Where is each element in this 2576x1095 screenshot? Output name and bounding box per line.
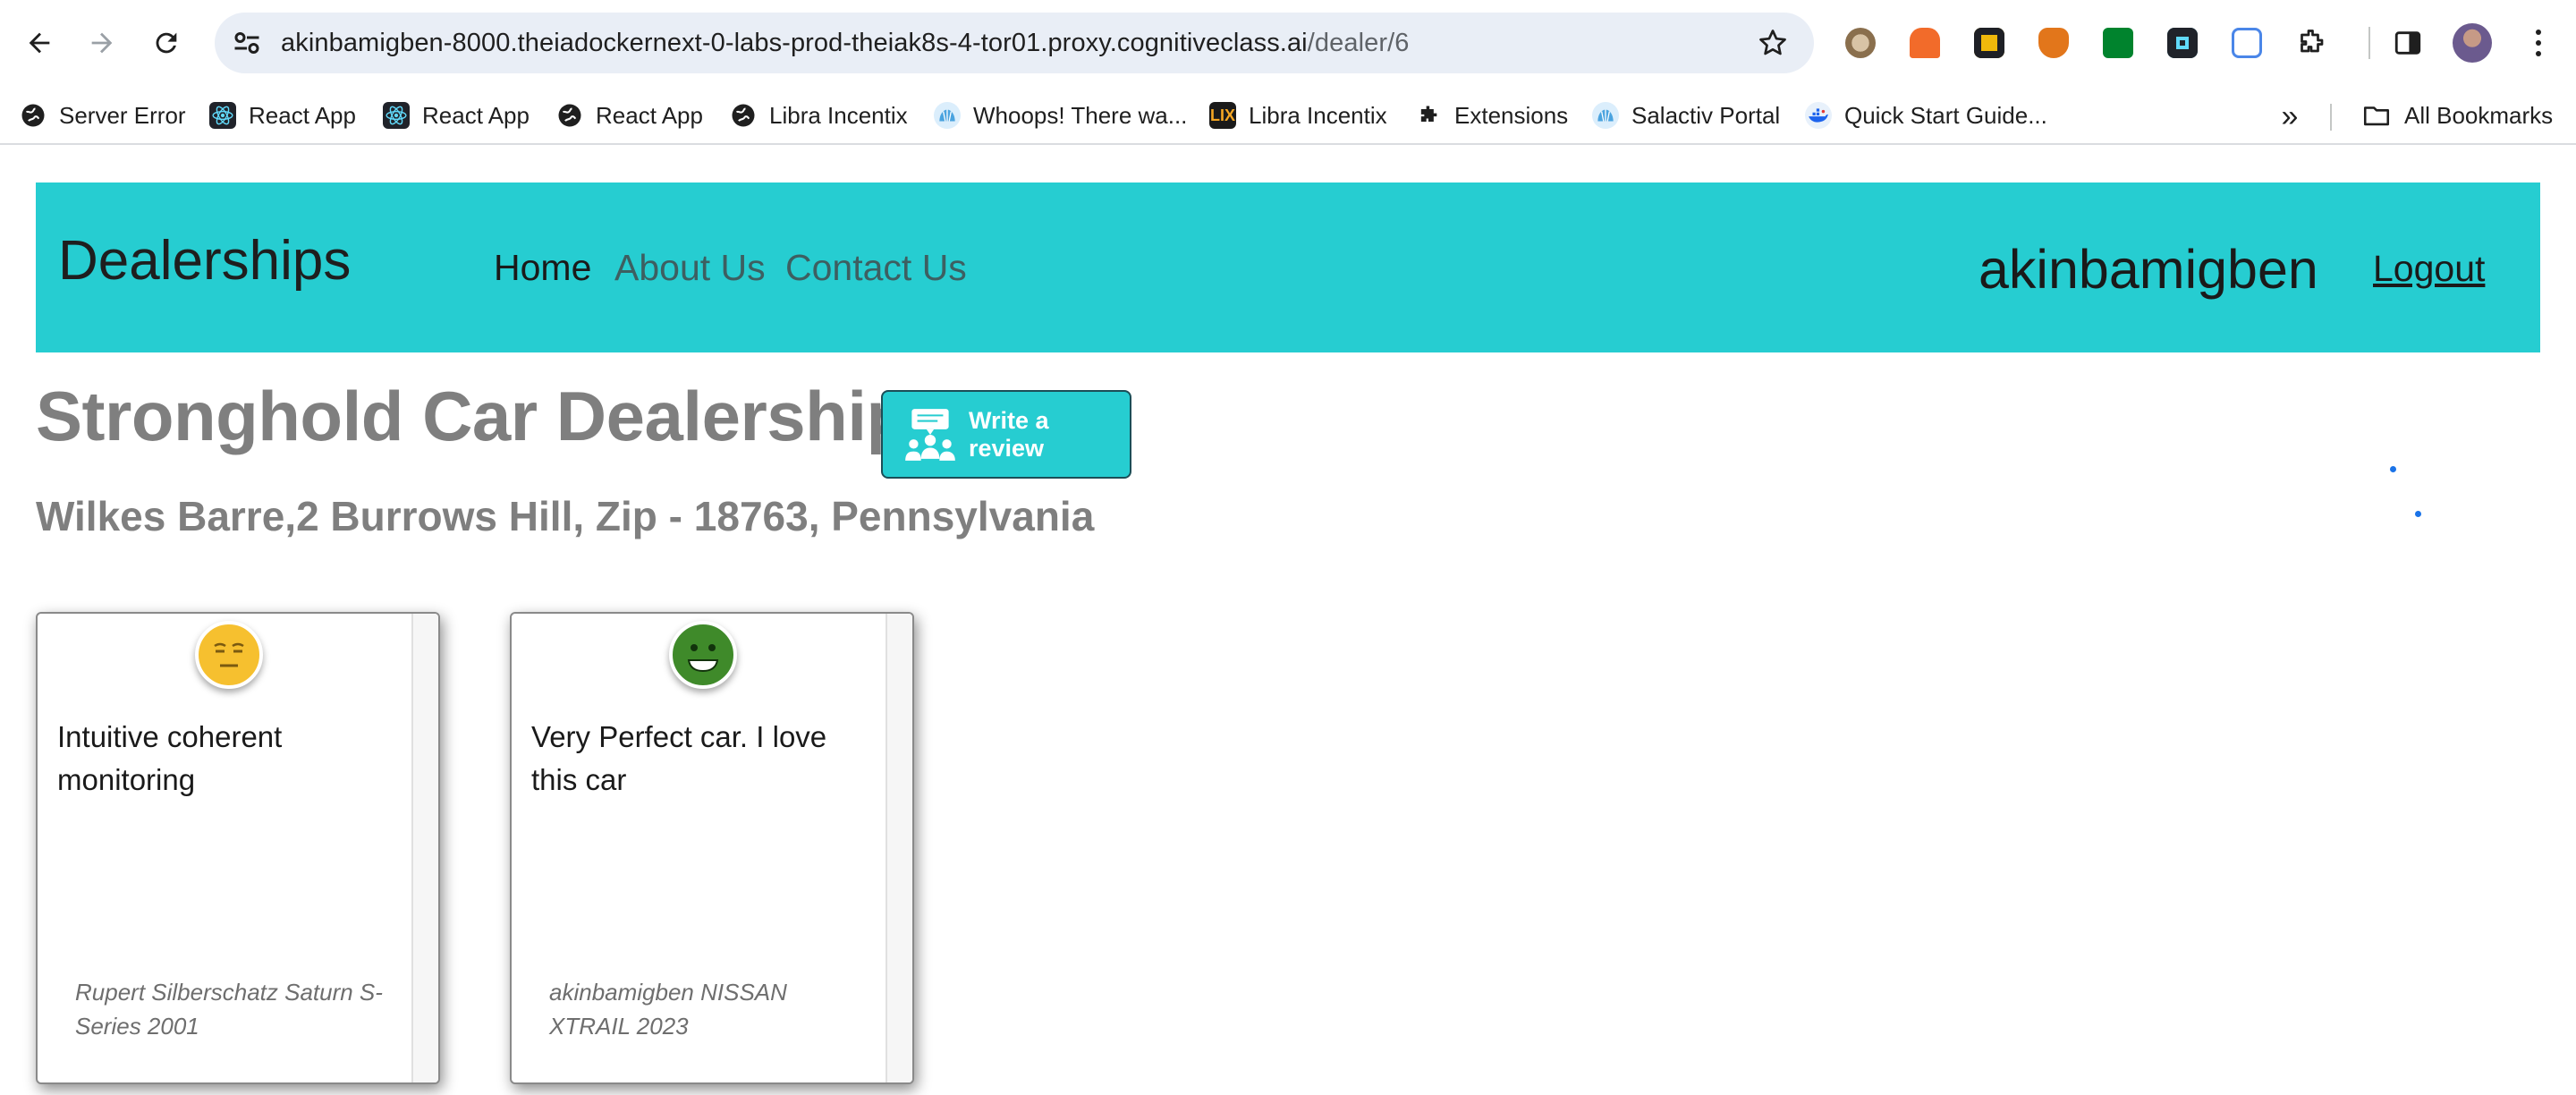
globe-icon: [20, 102, 47, 129]
bookmark-label: Whoops! There wa...: [973, 101, 1188, 129]
username-label: akinbamigben: [1979, 239, 2318, 300]
review-reviewer-car: akinbamigben NISSAN XTRAIL 2023: [549, 979, 787, 1040]
review-card: Very Perfect car. I love this car akinba…: [510, 612, 914, 1084]
browser-toolbar: akinbamigben-8000.theiadockernext-0-labs…: [0, 0, 2576, 86]
profile-avatar[interactable]: [2453, 23, 2492, 63]
logout-link[interactable]: Logout: [2373, 248, 2485, 290]
dealer-name-heading: Stronghold Car Dealership: [36, 377, 909, 455]
url-text[interactable]: akinbamigben-8000.theiadockernext-0-labs…: [281, 13, 1410, 73]
bookmark-item[interactable]: LIX Libra Incentix: [1209, 95, 1387, 136]
extension-owl-icon[interactable]: [1839, 21, 1882, 64]
bookmark-label: Extensions: [1454, 101, 1569, 129]
bookmark-label: React App: [596, 101, 703, 129]
toolbar-divider: [2368, 27, 2370, 59]
bookmark-item[interactable]: Whoops! There wa...: [934, 95, 1187, 136]
bookmarks-divider: [2330, 104, 2332, 131]
brand-logo[interactable]: Dealerships: [58, 229, 351, 293]
nav-contact-link[interactable]: Contact Us: [785, 247, 967, 289]
extension-react-icon[interactable]: [2161, 21, 2204, 64]
docker-icon: [1805, 102, 1832, 129]
globe-icon: [730, 102, 757, 129]
shell-icon: [1592, 102, 1619, 129]
react-icon: [209, 102, 236, 129]
address-bar[interactable]: akinbamigben-8000.theiadockernext-0-labs…: [215, 13, 1814, 73]
review-card: Intuitive coherent monitoring Rupert Sil…: [36, 612, 440, 1084]
shell-icon: [934, 102, 961, 129]
write-review-button[interactable]: Write a review: [881, 390, 1131, 479]
puzzle-icon: [1415, 102, 1442, 129]
bookmark-label: Server Error: [59, 101, 186, 129]
lix-icon: LIX: [1209, 102, 1236, 129]
bookmark-label: React App: [422, 101, 530, 129]
globe-icon: [556, 102, 583, 129]
extension-binance-icon[interactable]: [1968, 21, 2011, 64]
neutral-face-icon: [195, 621, 263, 689]
back-button[interactable]: [16, 20, 63, 66]
review-reviewer-car: Rupert Silberschatz Saturn S-Series 2001: [75, 979, 383, 1040]
loading-dot: [2415, 511, 2421, 517]
bookmark-star-icon[interactable]: [1757, 27, 1789, 59]
all-bookmarks-button[interactable]: All Bookmarks: [2361, 95, 2553, 136]
folder-icon: [2363, 106, 2390, 126]
reload-button[interactable]: [143, 20, 190, 66]
bookmark-item[interactable]: Extensions: [1415, 95, 1568, 136]
write-review-label: Write a review: [969, 406, 1049, 462]
browser-menu-icon[interactable]: [2521, 23, 2556, 63]
extension-meet-icon[interactable]: [2097, 21, 2140, 64]
bookmark-label: Quick Start Guide...: [1844, 101, 2047, 129]
back-arrow-icon: [29, 32, 50, 54]
bookmarks-bar: Server Error React App React App React A…: [0, 86, 2576, 145]
extension-metamask-icon[interactable]: [2032, 21, 2075, 64]
forward-arrow-icon: [91, 32, 113, 54]
url-path: /dealer/6: [1307, 29, 1410, 57]
bookmark-item[interactable]: Libra Incentix: [730, 95, 908, 136]
forward-button[interactable]: [79, 20, 125, 66]
bookmark-label: Libra Incentix: [769, 101, 908, 129]
bookmark-item[interactable]: React App: [383, 95, 530, 136]
nav-home-link[interactable]: Home: [494, 247, 591, 289]
bookmark-item[interactable]: React App: [209, 95, 356, 136]
bookmark-label: React App: [249, 101, 356, 129]
site-settings-icon[interactable]: [231, 27, 263, 59]
card-scrollbar[interactable]: [411, 614, 438, 1082]
bookmark-label: Libra Incentix: [1249, 101, 1387, 129]
site-navbar: Dealerships Home About Us Contact Us aki…: [36, 182, 2540, 352]
review-text: Intuitive coherent monitoring: [57, 720, 283, 796]
url-host: akinbamigben-8000.theiadockernext-0-labs…: [281, 29, 1308, 57]
bookmark-item[interactable]: Salactiv Portal: [1592, 95, 1780, 136]
happy-face-icon: [669, 621, 737, 689]
reload-icon: [156, 32, 177, 54]
bookmark-item[interactable]: React App: [556, 95, 703, 136]
side-panel-icon[interactable]: [2386, 21, 2429, 64]
more-bookmarks-chevron-icon[interactable]: »: [2274, 100, 2306, 132]
bookmark-item[interactable]: Server Error: [20, 95, 186, 136]
extension-orange-icon[interactable]: [1903, 21, 1946, 64]
react-icon: [383, 102, 410, 129]
extensions-puzzle-icon[interactable]: [2290, 21, 2333, 64]
review-people-icon: [905, 408, 955, 461]
extension-screenshot-icon[interactable]: [2225, 21, 2268, 64]
all-bookmarks-label: All Bookmarks: [2404, 101, 2554, 129]
bookmark-item[interactable]: Quick Start Guide...: [1805, 95, 2047, 136]
nav-about-link[interactable]: About Us: [614, 247, 766, 289]
review-text: Very Perfect car. I love this car: [531, 720, 827, 796]
card-scrollbar[interactable]: [886, 614, 912, 1082]
bookmark-label: Salactiv Portal: [1631, 101, 1781, 129]
dealer-address: Wilkes Barre,2 Burrows Hill, Zip - 18763…: [36, 493, 1095, 539]
loading-dot: [2390, 466, 2396, 472]
